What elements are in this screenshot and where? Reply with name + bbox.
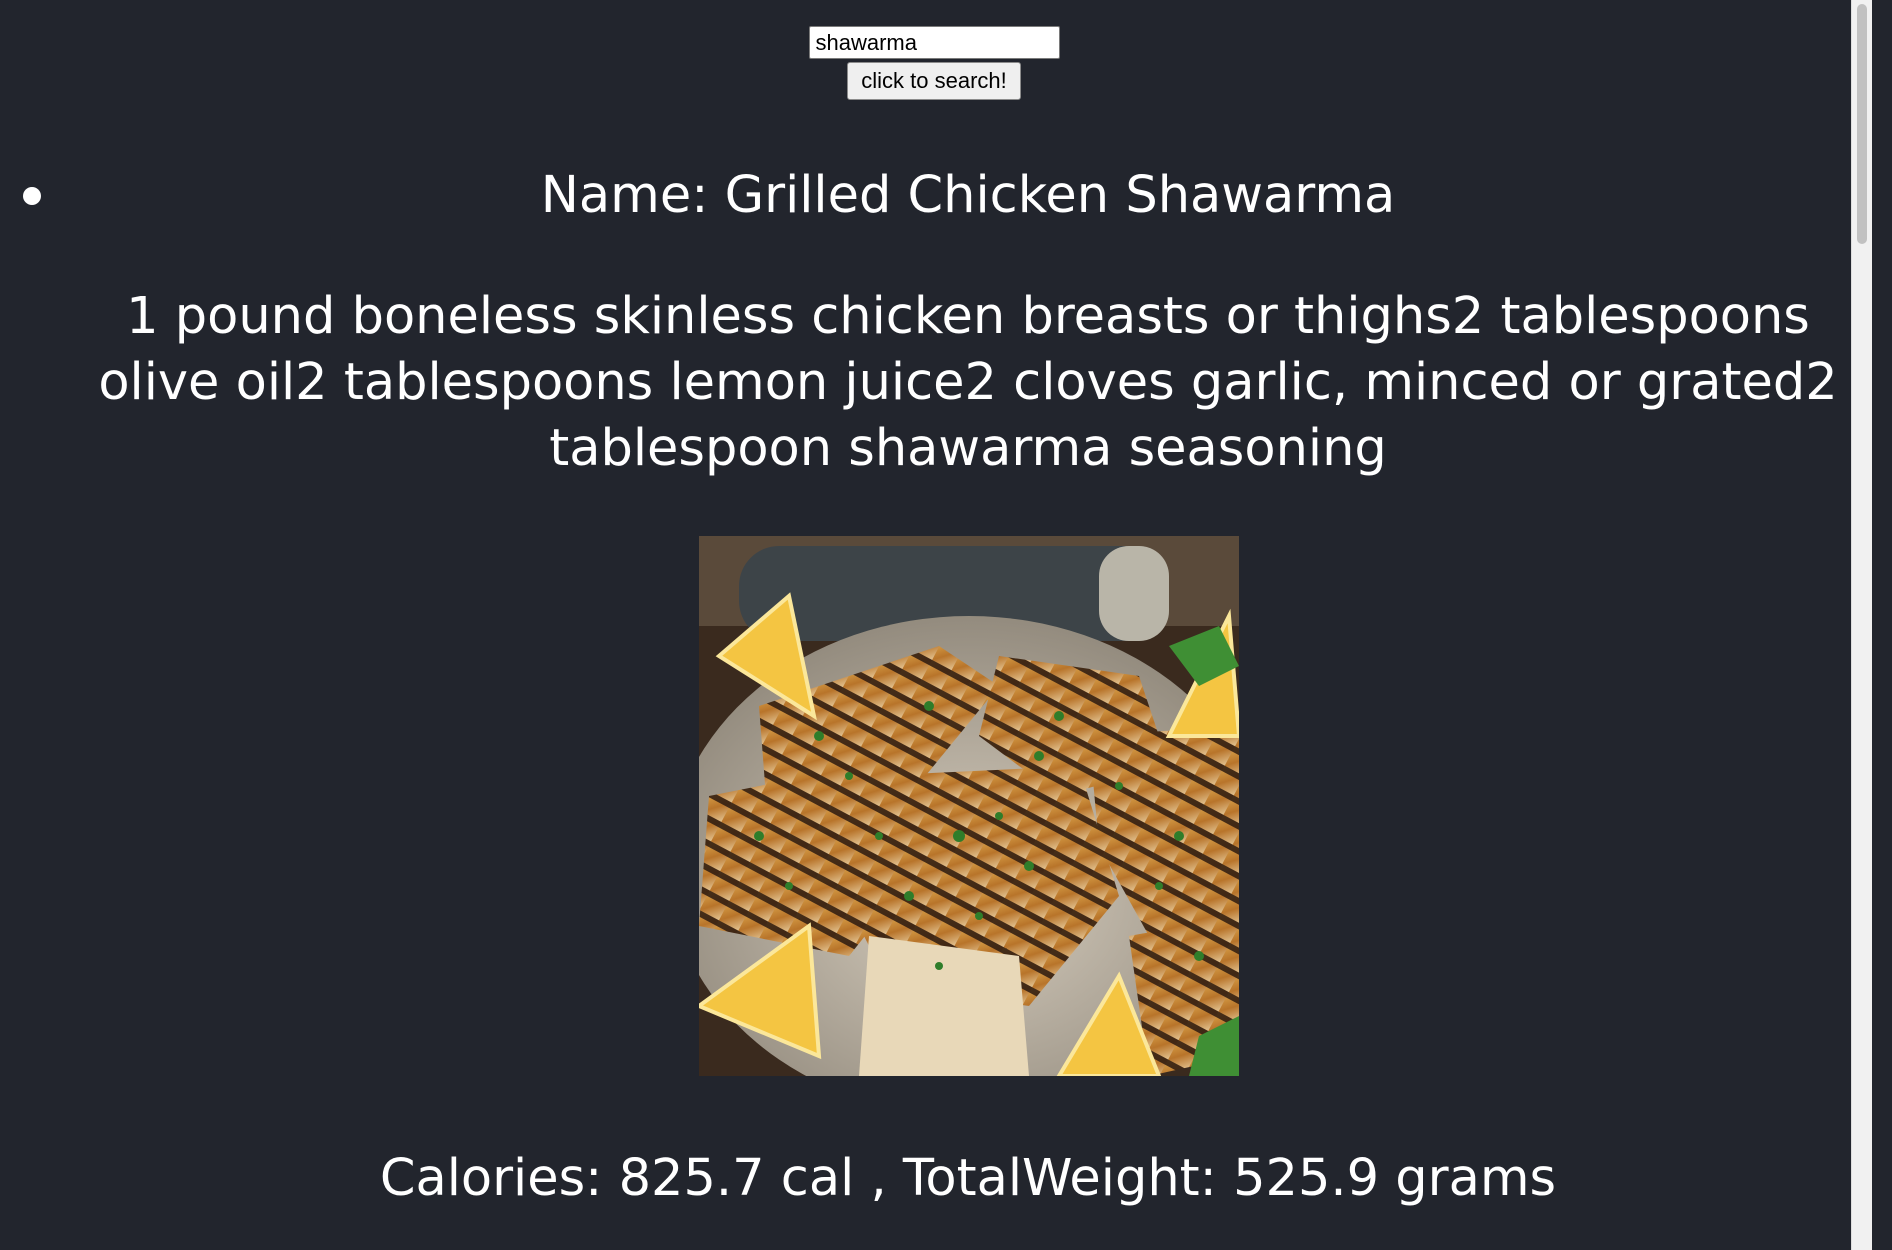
recipe-nutrition: Calories: 825.7 cal , TotalWeight: 525.9… [379,1149,1557,1208]
search-input[interactable] [808,26,1060,59]
recipe-ingredients: 1 pound boneless skinless chicken breast… [98,287,1838,478]
recipe-name: Name: Grilled Chicken Shawarma [540,166,1396,225]
bullet-icon [23,187,41,205]
grilled-chicken-photo [699,536,1239,1076]
recipe-search-page: click to search! Name: Grilled Chicken S… [0,0,1872,1250]
search-bar: click to search! [0,26,1868,100]
scrollbar-thumb[interactable] [1857,4,1867,244]
vertical-scrollbar[interactable] [1851,0,1872,1250]
search-button[interactable]: click to search! [847,62,1021,100]
